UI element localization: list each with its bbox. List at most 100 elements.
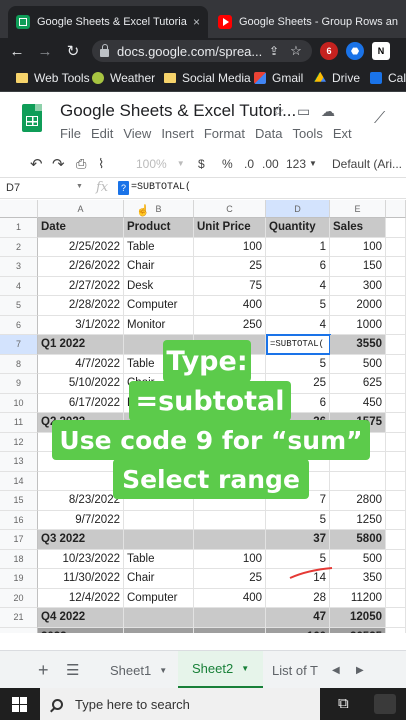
windows-start-icon[interactable] [12, 697, 27, 712]
row-header[interactable]: 11 [0, 413, 38, 433]
cell-f13[interactable] [386, 452, 406, 472]
cell-f17[interactable] [386, 530, 406, 550]
cell-e7[interactable]: 3550 [330, 335, 386, 355]
cell-a10[interactable]: 6/17/2022 [38, 393, 124, 413]
share-icon[interactable]: ⇪ [262, 38, 286, 64]
cell-a9[interactable]: 5/10/2022 [38, 374, 124, 394]
cell-c22[interactable] [194, 627, 266, 633]
bookmark-drive[interactable]: Drive [314, 64, 360, 91]
cell-d8[interactable]: 5 [266, 354, 330, 374]
cell-a3[interactable]: 2/26/2022 [38, 257, 124, 277]
move-folder-icon[interactable]: ▭ [297, 103, 310, 120]
cell-a8[interactable]: 4/7/2022 [38, 354, 124, 374]
bookmark-social-media[interactable]: Social Media [164, 64, 251, 91]
cell-e3[interactable]: 150 [330, 257, 386, 277]
cell-a20[interactable]: 12/4/2022 [38, 588, 124, 608]
menu-edit[interactable]: Edit [91, 126, 113, 141]
formula-input[interactable]: =SUBTOTAL( [131, 182, 191, 193]
cell-b3[interactable]: Chair [124, 257, 194, 277]
cell-e8[interactable]: 500 [330, 354, 386, 374]
row-header[interactable]: 17 [0, 530, 38, 550]
cell-a15[interactable]: 8/23/2022 [38, 491, 124, 511]
bookmark-star-icon[interactable]: ☆ [284, 38, 308, 64]
trend-line-icon[interactable]: ⟋ [374, 110, 385, 128]
undo-icon[interactable]: ↶ [30, 150, 43, 177]
decrease-decimal-button[interactable]: .0 [244, 150, 254, 177]
row-header[interactable]: 2 [0, 237, 38, 257]
google-sheets-logo-icon[interactable] [22, 104, 42, 132]
row-header[interactable]: 4 [0, 276, 38, 296]
cell-d4[interactable]: 4 [266, 276, 330, 296]
cell-e1[interactable]: Sales [330, 218, 386, 238]
zoom-select[interactable]: 100% ▼ [136, 150, 185, 177]
cell-a1[interactable]: Date [38, 218, 124, 238]
cell-a2[interactable]: 2/25/2022 [38, 237, 124, 257]
cell-f20[interactable] [386, 588, 406, 608]
cell-e21[interactable]: 12050 [330, 608, 386, 628]
print-icon[interactable]: ⎙ [76, 150, 86, 177]
task-view-icon[interactable]: ⧉ [338, 695, 349, 712]
cell-b22[interactable] [124, 627, 194, 633]
cell-e10[interactable]: 450 [330, 393, 386, 413]
all-sheets-list-icon[interactable]: ☰ [66, 651, 79, 689]
sheet-tab-sheet1[interactable]: Sheet1 ▼ [96, 651, 181, 689]
cell-f19[interactable] [386, 569, 406, 589]
cell-b21[interactable] [124, 608, 194, 628]
cell-c21[interactable] [194, 608, 266, 628]
cell-c19[interactable]: 25 [194, 569, 266, 589]
cell-e19[interactable]: 350 [330, 569, 386, 589]
row-header[interactable]: 15 [0, 491, 38, 511]
reload-icon[interactable]: ↻ [60, 38, 86, 64]
cell-f8[interactable] [386, 354, 406, 374]
cell-f4[interactable] [386, 276, 406, 296]
cell-c6[interactable]: 250 [194, 315, 266, 335]
menu-tools[interactable]: Tools [292, 126, 322, 141]
row-header[interactable]: 8 [0, 354, 38, 374]
cell-b1[interactable]: Product [124, 218, 194, 238]
cell-b17[interactable] [124, 530, 194, 550]
cell-f22[interactable] [386, 627, 406, 633]
cell-a22[interactable]: 2022 [38, 627, 124, 633]
extension-icon[interactable]: ⬣ [346, 42, 364, 60]
cell-a19[interactable]: 11/30/2022 [38, 569, 124, 589]
cell-f15[interactable] [386, 491, 406, 511]
menu-view[interactable]: View [123, 126, 151, 141]
row-header[interactable]: 20 [0, 588, 38, 608]
row-header[interactable]: 10 [0, 393, 38, 413]
cell-d22[interactable]: 160 [266, 627, 330, 633]
cell-a4[interactable]: 2/27/2022 [38, 276, 124, 296]
cell-f16[interactable] [386, 510, 406, 530]
cell-c18[interactable]: 100 [194, 549, 266, 569]
row-header[interactable]: 5 [0, 296, 38, 316]
cell-b6[interactable]: Monitor [124, 315, 194, 335]
row-header[interactable]: 18 [0, 549, 38, 569]
browser-tab-active[interactable]: Google Sheets & Excel Tutorials × [8, 6, 208, 38]
close-icon[interactable]: × [193, 15, 200, 29]
cell-b19[interactable]: Chair [124, 569, 194, 589]
bookmark-gmail[interactable]: Gmail [254, 64, 303, 91]
cell-f12[interactable] [386, 432, 406, 452]
column-header-c[interactable]: C [194, 200, 266, 218]
paint-format-icon[interactable]: ⌇ [98, 150, 104, 177]
cell-d3[interactable]: 6 [266, 257, 330, 277]
cell-f21[interactable] [386, 608, 406, 628]
cell-e4[interactable]: 300 [330, 276, 386, 296]
cell-a16[interactable]: 9/7/2022 [38, 510, 124, 530]
menu-format[interactable]: Format [204, 126, 245, 141]
cell-d20[interactable]: 28 [266, 588, 330, 608]
taskbar-search-box[interactable]: Type here to search [40, 688, 320, 720]
cell-f1[interactable] [386, 218, 406, 238]
cell-f6[interactable] [386, 315, 406, 335]
cell-b2[interactable]: Table [124, 237, 194, 257]
cell-c20[interactable]: 400 [194, 588, 266, 608]
cell-e20[interactable]: 11200 [330, 588, 386, 608]
bookmark-web-tools[interactable]: Web Tools [16, 64, 90, 91]
row-header[interactable]: 16 [0, 510, 38, 530]
column-header-e[interactable]: E [330, 200, 386, 218]
back-arrow-icon[interactable]: ← [4, 38, 30, 64]
row-header[interactable]: 6 [0, 315, 38, 335]
menu-insert[interactable]: Insert [161, 126, 194, 141]
add-sheet-button[interactable]: + [38, 651, 49, 689]
cell-e2[interactable]: 100 [330, 237, 386, 257]
row-header[interactable]: 9 [0, 374, 38, 394]
